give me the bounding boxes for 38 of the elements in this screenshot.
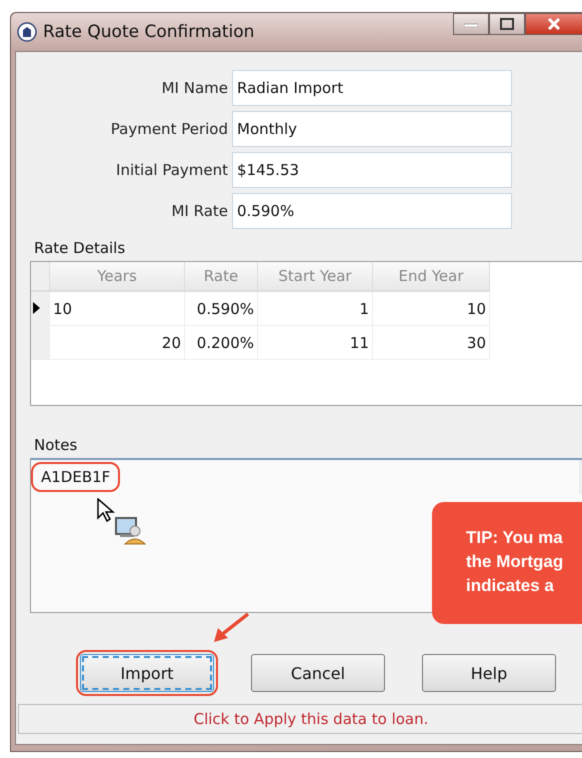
- minimize-button[interactable]: [453, 13, 489, 35]
- minimize-icon: [464, 21, 478, 27]
- table-cell: 10: [372, 291, 490, 326]
- current-row-icon: [33, 302, 40, 314]
- pointer-arrow: [212, 612, 250, 644]
- field-label: MI Name: [160, 79, 228, 97]
- field-label: Payment Period: [110, 120, 228, 138]
- table-cell: 30: [372, 326, 490, 360]
- text-field[interactable]: 0.590%: [232, 193, 512, 229]
- maximize-icon: [500, 18, 514, 30]
- close-icon: [547, 18, 561, 30]
- table-cell: 0.200%: [184, 326, 258, 360]
- section-label: Notes: [34, 436, 78, 454]
- row-header[interactable]: [31, 291, 50, 326]
- section-label: Rate Details: [34, 239, 126, 257]
- text-field[interactable]: $145.53: [232, 152, 512, 188]
- table-cell: 11: [258, 326, 372, 360]
- tip-text: TIP: You ma: [466, 527, 564, 549]
- field-label: Initial Payment: [115, 161, 228, 179]
- dialog-button[interactable]: Help: [422, 654, 556, 692]
- table-cell: 20: [50, 326, 184, 360]
- status-text: Click to Apply this data to loan.: [194, 710, 428, 728]
- dialog-button[interactable]: Import: [80, 654, 214, 692]
- text-field[interactable]: Radian Import: [232, 70, 512, 106]
- table-cell: 0.590%: [184, 291, 258, 326]
- field-label: MI Rate: [170, 202, 228, 220]
- notes-text: A1DEB1F: [31, 462, 120, 492]
- window-title: Rate Quote Confirmation: [43, 22, 254, 42]
- app-icon: [17, 22, 37, 42]
- table-cell: 10: [50, 291, 184, 326]
- table-cell: 1: [258, 291, 372, 326]
- tip-text: the Mortgag: [466, 551, 564, 573]
- tip-text: indicates a: [466, 575, 555, 597]
- row-header-corner: [31, 262, 50, 291]
- close-button[interactable]: [525, 13, 582, 35]
- maximize-button[interactable]: [489, 13, 525, 35]
- dialog-button[interactable]: Cancel: [251, 654, 385, 692]
- text-field[interactable]: Monthly: [232, 111, 512, 147]
